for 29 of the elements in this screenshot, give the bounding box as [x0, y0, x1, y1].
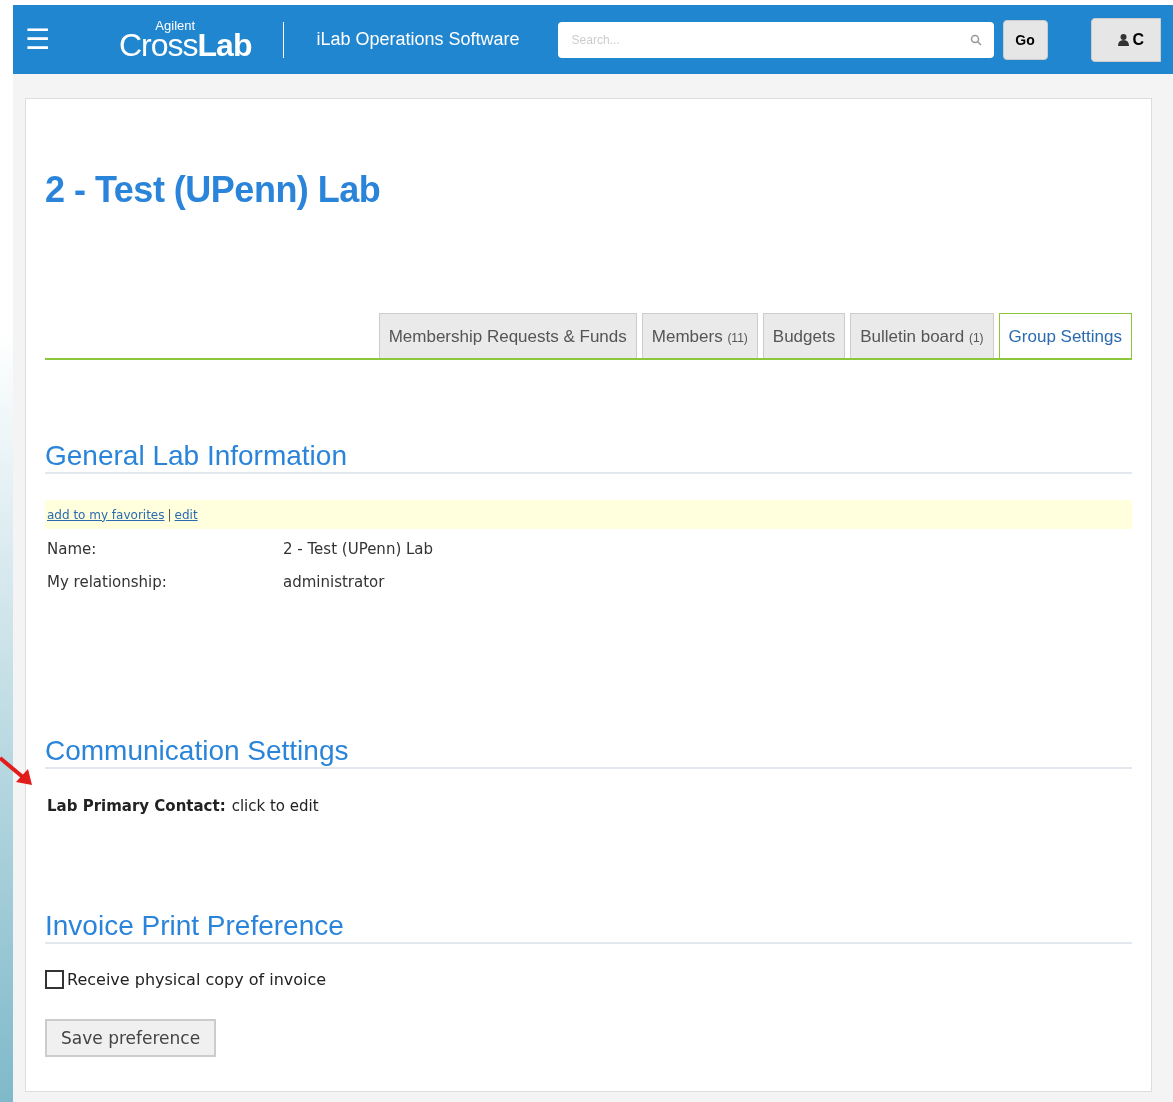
user-icon	[1117, 33, 1129, 46]
arrow-icon	[0, 756, 34, 786]
menu-icon[interactable]: ☰	[25, 25, 51, 54]
link[interactable]: add to my favorites	[47, 507, 165, 522]
tab[interactable]: Group Settings	[998, 313, 1132, 358]
product-name: iLab Operations Software	[316, 29, 520, 50]
field-label: Lab Primary Contact:	[47, 797, 226, 815]
checkbox[interactable]	[45, 970, 64, 989]
go-button[interactable]: Go	[1002, 19, 1048, 60]
edit-link[interactable]: click to edit	[231, 797, 319, 815]
section-heading: Communication Settings	[45, 735, 1132, 769]
save-button[interactable]: Save preference	[45, 1019, 217, 1057]
section-heading: Invoice Print Preference	[45, 910, 1132, 944]
search-icon[interactable]	[969, 33, 982, 46]
checkbox-label: Receive physical copy of invoice	[67, 970, 327, 989]
field-value: administrator	[283, 573, 385, 591]
field-label: Name:	[47, 540, 98, 558]
tab[interactable]: Membership Requests & Funds	[378, 313, 637, 358]
page-title: 2 - Test (UPenn) Lab	[45, 169, 382, 211]
section-heading: General Lab Information	[45, 440, 1132, 474]
tab[interactable]: Bulletin board (1)	[850, 313, 994, 358]
logo[interactable]: Agilent CrossLab	[119, 18, 252, 61]
separator: |	[167, 507, 172, 522]
user-button[interactable]: C	[1090, 17, 1161, 62]
tab[interactable]: Members (11)	[641, 313, 758, 358]
field-value: 2 - Test (UPenn) Lab	[283, 540, 434, 558]
tab[interactable]: Budgets	[762, 313, 846, 358]
field-label: My relationship:	[47, 573, 168, 591]
link[interactable]: edit	[174, 507, 198, 522]
